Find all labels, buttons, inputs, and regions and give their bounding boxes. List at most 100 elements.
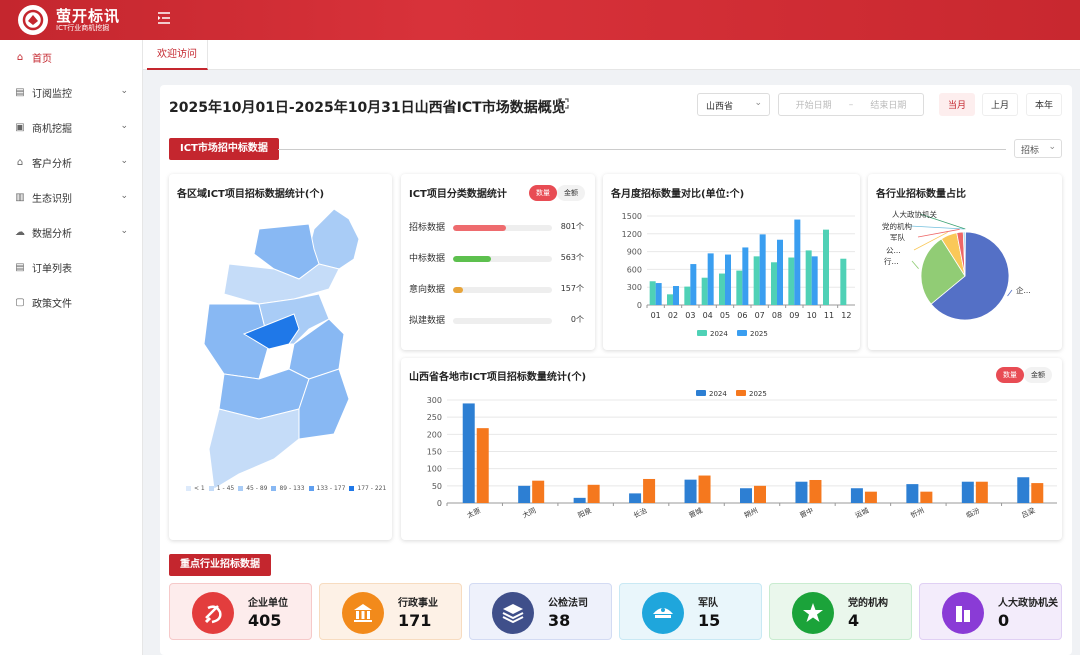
app-logo[interactable]: 萤开标讯 ICT行业商机挖掘 [0,0,143,40]
bar-2024-03[interactable] [684,286,691,305]
province-select[interactable]: 山西省 ⌄ [697,93,770,116]
x-tick-label: 02 [668,311,678,320]
map-legend-item[interactable]: 133 - 177 [308,485,346,492]
bar-2024-09[interactable] [788,257,795,305]
kpi-card[interactable]: 党的机构 4 [769,583,912,640]
map-legend-item[interactable]: 89 - 133 [271,485,305,492]
sidebar-item-7[interactable]: ▢ 政策文件 [0,285,142,320]
tab-welcome[interactable]: 欢迎访问 [147,40,208,70]
bar-2025-10[interactable] [811,256,818,305]
sidebar-item-label: 政策文件 [32,299,72,310]
bar-2024-04[interactable] [701,277,708,305]
sidebar-item-6[interactable]: ▤ 订单列表 [0,250,142,285]
data-analysis-icon: ☁ [15,227,25,238]
bar-2025-06[interactable] [742,247,749,305]
bar-2024-吕梁[interactable] [1017,477,1030,503]
bar-2024-12[interactable] [840,258,847,305]
map-legend-item[interactable]: 45 - 89 [238,485,267,492]
bar-2024-长治[interactable] [629,493,642,503]
kpi-card[interactable]: 行政事业 171 [319,583,462,640]
bar-2025-临汾[interactable] [975,481,988,503]
bar-2024-运城[interactable] [850,488,863,503]
bar-2025-大同[interactable] [532,480,545,503]
sidebar-item-label: 订阅监控 [32,89,72,100]
bar-2025-晋城[interactable] [698,475,711,503]
sidebar-item-1[interactable]: ▤ 订阅监控 ⌄ [0,75,142,110]
menu-toggle-icon[interactable] [157,12,171,28]
bar-2024-10[interactable] [805,250,812,305]
start-date-input[interactable]: 开始日期 [796,98,832,111]
sidebar-item-5[interactable]: ☁ 数据分析 ⌄ [0,215,142,250]
pie-slice-5[interactable] [964,231,966,277]
type-filter-select[interactable]: 招标 ⌄ [1014,139,1062,158]
legend-label[interactable]: 2025 [750,330,768,338]
kpi-card[interactable]: 企业单位 405 [169,583,312,640]
bar-2024-06[interactable] [736,270,743,305]
sidebar-item-4[interactable]: ▥ 生态识别 ⌄ [0,180,142,215]
shanxi-map[interactable] [199,204,369,494]
bar-2025-朔州[interactable] [754,485,766,503]
kpi-card[interactable]: 军队 15 [619,583,762,640]
legend-label[interactable]: 2024 [710,330,728,338]
sidebar-item-3[interactable]: ⌂ 客户分析 ⌄ [0,145,142,180]
bar-2024-阳泉[interactable] [573,497,586,503]
bar-2024-晋城[interactable] [684,479,697,503]
bar-2024-08[interactable] [771,262,777,305]
bar-2024-02[interactable] [667,294,673,305]
period-this-year-button[interactable]: 本年 [1026,93,1062,116]
kpi-card[interactable]: 公检法司 38 [469,583,612,640]
bar-2024-01[interactable] [649,281,656,305]
period-last-month-button[interactable]: 上月 [982,93,1018,116]
policy-file-icon: ▢ [15,297,25,308]
bar-2024-11[interactable] [823,229,829,305]
bar-2025-08[interactable] [777,239,783,305]
fullscreen-icon[interactable] [558,98,569,112]
home-icon: ⌂ [16,52,24,63]
bar-2025-晋中[interactable] [809,479,822,503]
bar-2024-临汾[interactable] [961,481,974,503]
period-current-month-button[interactable]: 当月 [939,93,975,116]
toggle-count-button[interactable]: 数量 [529,185,557,201]
bar-2025-阳泉[interactable] [587,484,600,503]
map-legend-item[interactable]: < 1 [186,485,205,492]
map-legend-item[interactable]: 1 - 45 [208,485,235,492]
bar-2024-朔州[interactable] [740,488,752,503]
bar-2025-忻州[interactable] [920,491,933,503]
map-region-yuncheng[interactable] [208,408,300,490]
bar-2025-04[interactable] [707,253,714,305]
bar-2025-03[interactable] [690,264,697,305]
map-legend-item[interactable]: 177 - 221 [349,485,386,492]
legend-label: 1 - 45 [216,485,235,492]
legend-label: 133 - 177 [316,485,346,492]
bar-2024-晋中[interactable] [795,481,808,503]
kpi-card[interactable]: 人大政协机关 0 [919,583,1062,640]
bar-2025-吕梁[interactable] [1031,483,1044,503]
bar-2024-大同[interactable] [518,485,531,503]
city-chart-card: 山西省各地市ICT项目招标数量统计(个) 数量 金额 0 50 100 150 200 2… [401,358,1062,540]
bar-2025-长治[interactable] [643,478,656,503]
date-range-picker[interactable]: 开始日期 – 结束日期 [778,93,924,116]
bar-2025-05[interactable] [725,254,731,305]
type-filter-value: 招标 [1021,146,1040,156]
bar-2025-运城[interactable] [864,491,877,503]
end-date-input[interactable]: 结束日期 [870,98,906,111]
legend-swatch [271,486,277,491]
bar-2025-01[interactable] [655,283,662,305]
kpi-value: 15 [698,611,721,630]
bar-2024-太原[interactable] [462,403,475,503]
bar-2025-07[interactable] [759,234,766,305]
toggle-amount-button[interactable]: 金额 [557,185,585,201]
bar-2024-忻州[interactable] [906,484,919,503]
sidebar-item-2[interactable]: ▣ 商机挖掘 ⌄ [0,110,142,145]
kpi-name: 人大政协机关 [998,598,1058,609]
bar-2024-05[interactable] [719,273,725,305]
bar-2025-02[interactable] [673,286,679,305]
bar-2024-07[interactable] [753,256,760,305]
category-label: 拟建数据 [409,316,446,326]
sidebar-item-label: 首页 [32,54,52,65]
sidebar-item-0[interactable]: ⌂ 首页 [0,40,142,75]
bar-2025-09[interactable] [794,219,801,305]
bar-2025-太原[interactable] [476,428,489,503]
legend-label[interactable]: 2025 [749,390,767,398]
legend-label[interactable]: 2024 [709,390,727,398]
